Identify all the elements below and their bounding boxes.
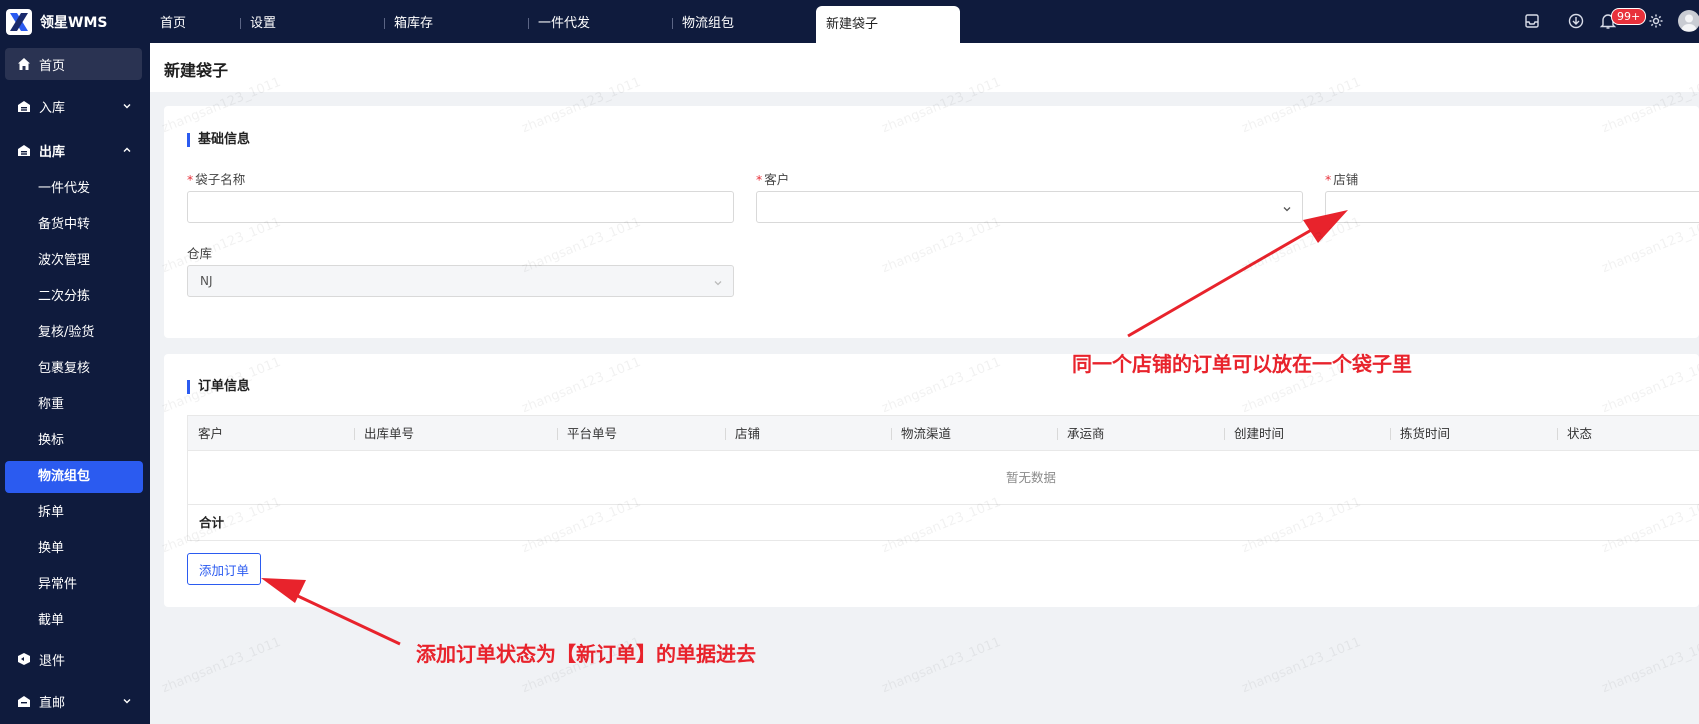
arrow-to-store-field — [1127, 210, 1348, 338]
annotation-arrows — [261, 210, 1348, 646]
arrow-to-add-order-button — [261, 578, 401, 646]
annotation-store-note: 同一个店铺的订单可以放在一个袋子里 — [1072, 352, 1412, 376]
annotation-add-note: 添加订单状态为【新订单】的单据进去 — [416, 642, 756, 666]
